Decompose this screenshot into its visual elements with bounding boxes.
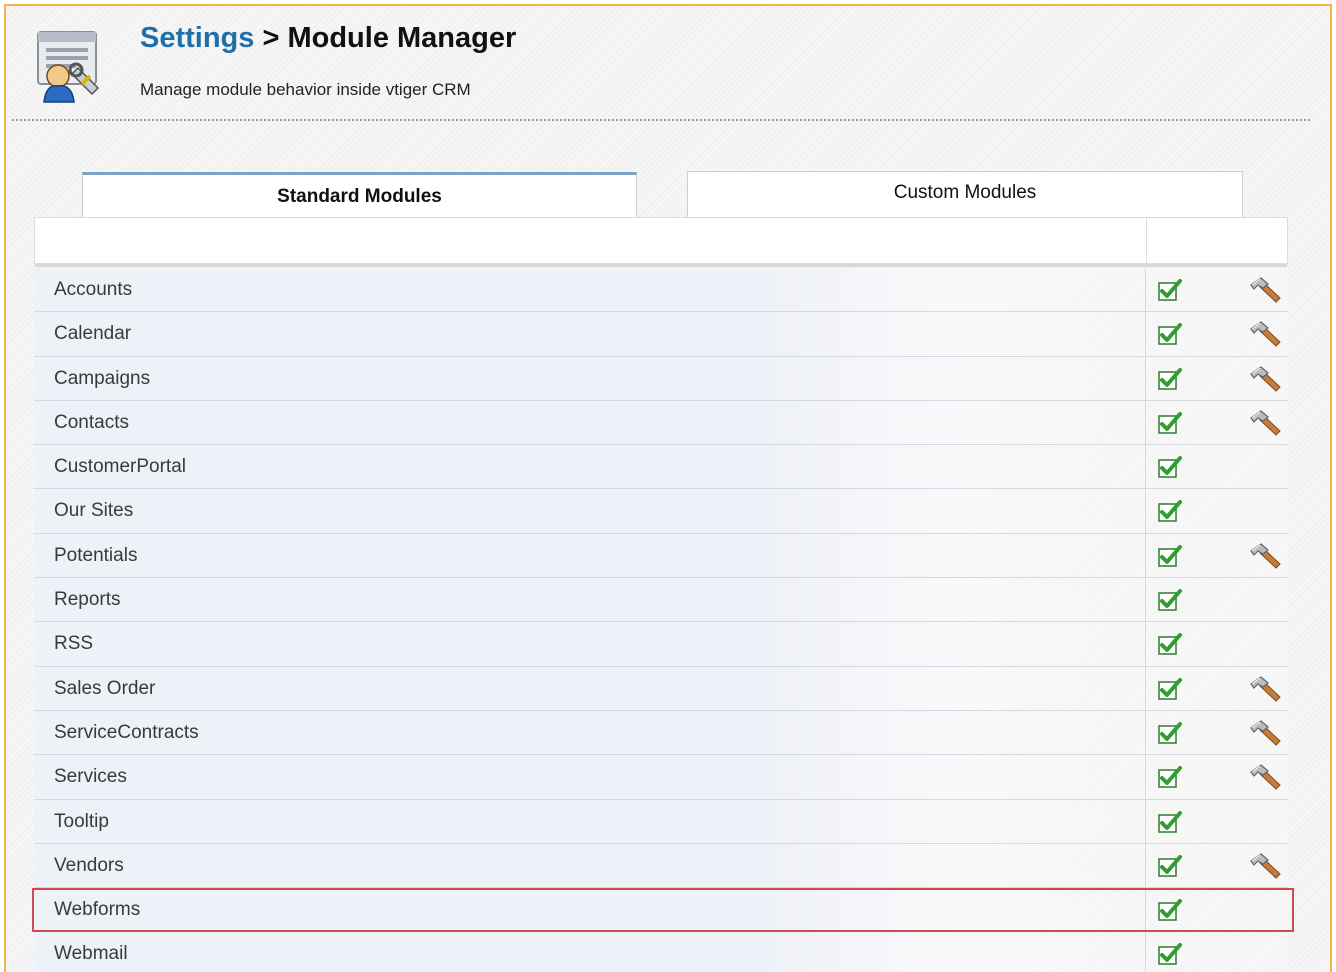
module-name: Tooltip <box>54 810 109 832</box>
enabled-checkbox-icon[interactable] <box>1158 899 1182 921</box>
module-name: Potentials <box>54 544 138 566</box>
module-settings-hammer-icon[interactable] <box>1246 674 1284 704</box>
module-row-webforms: Webforms <box>32 888 1294 933</box>
enabled-checkbox-icon[interactable] <box>1158 544 1182 567</box>
module-manager-panel: Settings > Module Manager Manage module … <box>4 4 1332 972</box>
module-row-accounts: Accounts <box>34 268 1288 313</box>
enabled-checkbox-icon[interactable] <box>1158 367 1182 390</box>
page-title: Settings > Module Manager <box>140 22 516 55</box>
module-row-sales-order: Sales Order <box>34 666 1288 711</box>
module-settings-hammer-icon[interactable] <box>1246 718 1284 748</box>
enabled-checkbox-icon[interactable] <box>1158 500 1182 523</box>
breadcrumb-current: Module Manager <box>287 22 517 54</box>
header-column-divider <box>1146 218 1147 263</box>
page-subtitle: Manage module behavior inside vtiger CRM <box>140 80 471 99</box>
enabled-checkbox-icon[interactable] <box>1158 721 1182 744</box>
tab-custom-modules[interactable]: Custom Modules <box>687 171 1243 217</box>
column-divider <box>1145 268 1146 312</box>
module-row-customerportal: CustomerPortal <box>34 445 1288 490</box>
module-name: Reports <box>54 589 121 611</box>
module-row-vendors: Vendors <box>34 843 1288 889</box>
header-divider <box>12 119 1310 121</box>
module-settings-hammer-icon[interactable] <box>1246 762 1284 792</box>
column-divider <box>1145 578 1146 622</box>
enabled-checkbox-icon[interactable] <box>1158 279 1182 301</box>
enabled-checkbox-icon[interactable] <box>1158 766 1182 789</box>
module-name: Accounts <box>54 279 133 300</box>
header-bottom-rule <box>35 264 1287 267</box>
enabled-checkbox-icon[interactable] <box>1158 589 1182 611</box>
breadcrumb-separator: > <box>262 22 280 54</box>
module-row-campaigns: Campaigns <box>34 356 1288 401</box>
module-name: CustomerPortal <box>54 456 186 478</box>
column-divider <box>1145 710 1146 755</box>
module-settings-hammer-icon[interactable] <box>1246 364 1284 394</box>
enabled-checkbox-icon[interactable] <box>1158 456 1182 478</box>
enabled-checkbox-icon[interactable] <box>1158 943 1182 966</box>
module-name: Webforms <box>54 899 141 921</box>
enabled-checkbox-icon[interactable] <box>1158 411 1182 434</box>
column-divider <box>1145 799 1146 843</box>
module-name: RSS <box>54 633 94 655</box>
enabled-checkbox-icon[interactable] <box>1158 810 1182 833</box>
column-divider <box>1145 666 1146 710</box>
column-divider <box>1145 533 1146 578</box>
module-name: Calendar <box>54 323 132 345</box>
enabled-checkbox-icon[interactable] <box>1158 633 1182 656</box>
enabled-checkbox-icon[interactable] <box>1158 854 1182 877</box>
column-divider <box>1145 755 1146 799</box>
column-divider <box>1145 843 1146 888</box>
column-divider <box>1145 312 1146 356</box>
column-divider <box>1145 489 1146 533</box>
module-row-rss: RSS <box>34 622 1288 667</box>
module-settings-hammer-icon[interactable] <box>1246 851 1284 881</box>
column-divider <box>1145 445 1146 489</box>
module-row-calendar: Calendar <box>34 312 1288 357</box>
settings-admin-icon <box>32 26 104 104</box>
module-row-contacts: Contacts <box>34 400 1288 446</box>
enabled-checkbox-icon[interactable] <box>1158 677 1182 700</box>
module-row-services: Services <box>34 755 1288 800</box>
module-row-our-sites: Our Sites <box>34 489 1288 534</box>
module-name: Vendors <box>54 854 124 876</box>
module-settings-hammer-icon[interactable] <box>1246 275 1284 305</box>
module-settings-hammer-icon[interactable] <box>1246 408 1284 438</box>
module-name: Services <box>54 766 127 788</box>
module-settings-hammer-icon[interactable] <box>1246 541 1284 571</box>
module-name: Contacts <box>54 411 129 433</box>
modules-table: Accounts Calendar Campaigns Contacts Custome… <box>32 268 1294 972</box>
enabled-checkbox-icon[interactable] <box>1158 323 1182 346</box>
column-divider <box>1145 400 1146 445</box>
module-row-servicecontracts: ServiceContracts <box>34 710 1288 756</box>
module-row-tooltip: Tooltip <box>34 799 1288 844</box>
tab-standard-modules[interactable]: Standard Modules <box>82 172 637 220</box>
column-divider <box>1145 622 1146 666</box>
modules-table-header <box>34 217 1288 267</box>
module-row-webmail: Webmail <box>34 932 1288 972</box>
module-name: Webmail <box>54 943 128 965</box>
module-row-reports: Reports <box>34 578 1288 623</box>
module-name: Sales Order <box>54 677 156 699</box>
module-settings-hammer-icon[interactable] <box>1246 319 1284 349</box>
module-name: ServiceContracts <box>54 721 199 743</box>
module-row-potentials: Potentials <box>34 533 1288 579</box>
column-divider <box>1145 932 1146 972</box>
module-name: Our Sites <box>54 500 134 522</box>
column-divider <box>1145 888 1146 932</box>
breadcrumb-settings-link[interactable]: Settings <box>140 22 254 54</box>
column-divider <box>1145 356 1146 400</box>
module-name: Campaigns <box>54 367 151 389</box>
